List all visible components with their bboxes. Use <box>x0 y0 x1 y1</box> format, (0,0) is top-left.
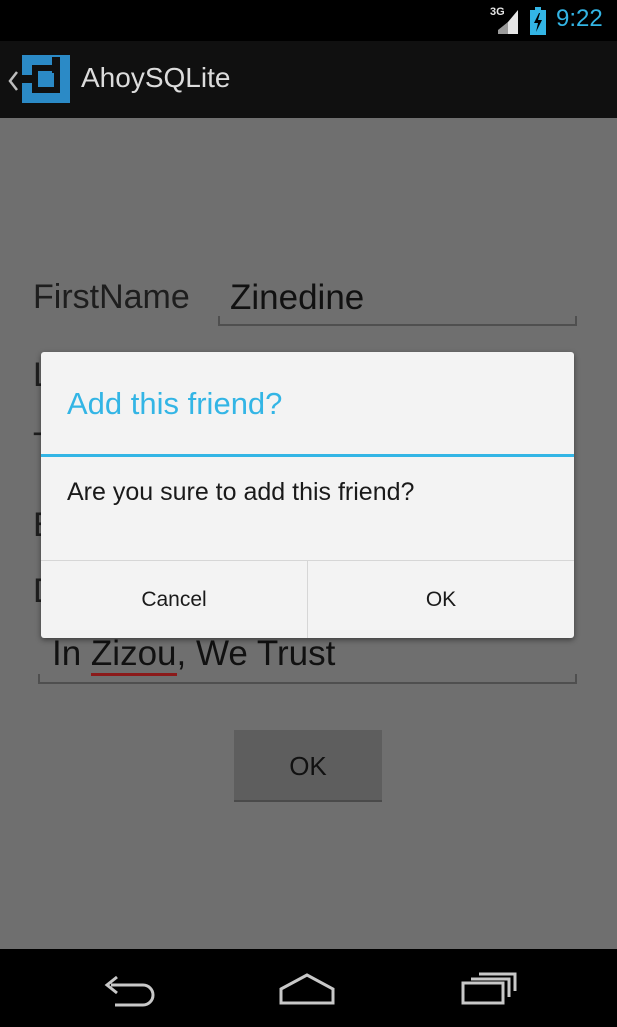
home-icon[interactable] <box>277 971 337 1007</box>
screen: 3G 9:22 AhoySQLite FirstName Zinedine In… <box>0 0 617 1027</box>
ok-button[interactable]: OK <box>307 561 574 638</box>
form-ok-button[interactable]: OK <box>234 730 382 802</box>
app-logo-icon[interactable] <box>22 55 70 103</box>
back-icon[interactable] <box>99 971 159 1007</box>
description-suffix: , We Trust <box>176 634 336 673</box>
first-name-input[interactable]: Zinedine <box>230 278 364 318</box>
status-bar: 3G 9:22 <box>0 0 617 41</box>
status-clock: 9:22 <box>556 5 603 32</box>
confirm-dialog: Add this friend? Are you sure to add thi… <box>41 352 574 638</box>
battery-charging-icon <box>530 7 546 35</box>
signal-icon <box>498 10 518 34</box>
description-input[interactable]: In Zizou, We Trust <box>52 634 336 676</box>
dialog-title: Add this friend? <box>67 386 283 421</box>
recent-apps-icon[interactable] <box>459 971 519 1007</box>
dialog-button-bar: Cancel OK <box>41 560 574 638</box>
dialog-message: Are you sure to add this friend? <box>67 478 415 506</box>
first-name-underline <box>218 316 577 326</box>
app-title: AhoySQLite <box>81 62 231 93</box>
dialog-title-divider <box>41 454 574 457</box>
cancel-button[interactable]: Cancel <box>41 561 307 638</box>
description-underline <box>38 674 577 684</box>
misspelled-word: Zizou <box>90 634 177 676</box>
description-prefix: In <box>52 634 91 673</box>
action-bar[interactable]: AhoySQLite <box>0 41 617 118</box>
up-caret-icon[interactable] <box>7 70 19 92</box>
first-name-label: FirstName <box>33 278 190 316</box>
navigation-bar <box>0 949 617 1027</box>
